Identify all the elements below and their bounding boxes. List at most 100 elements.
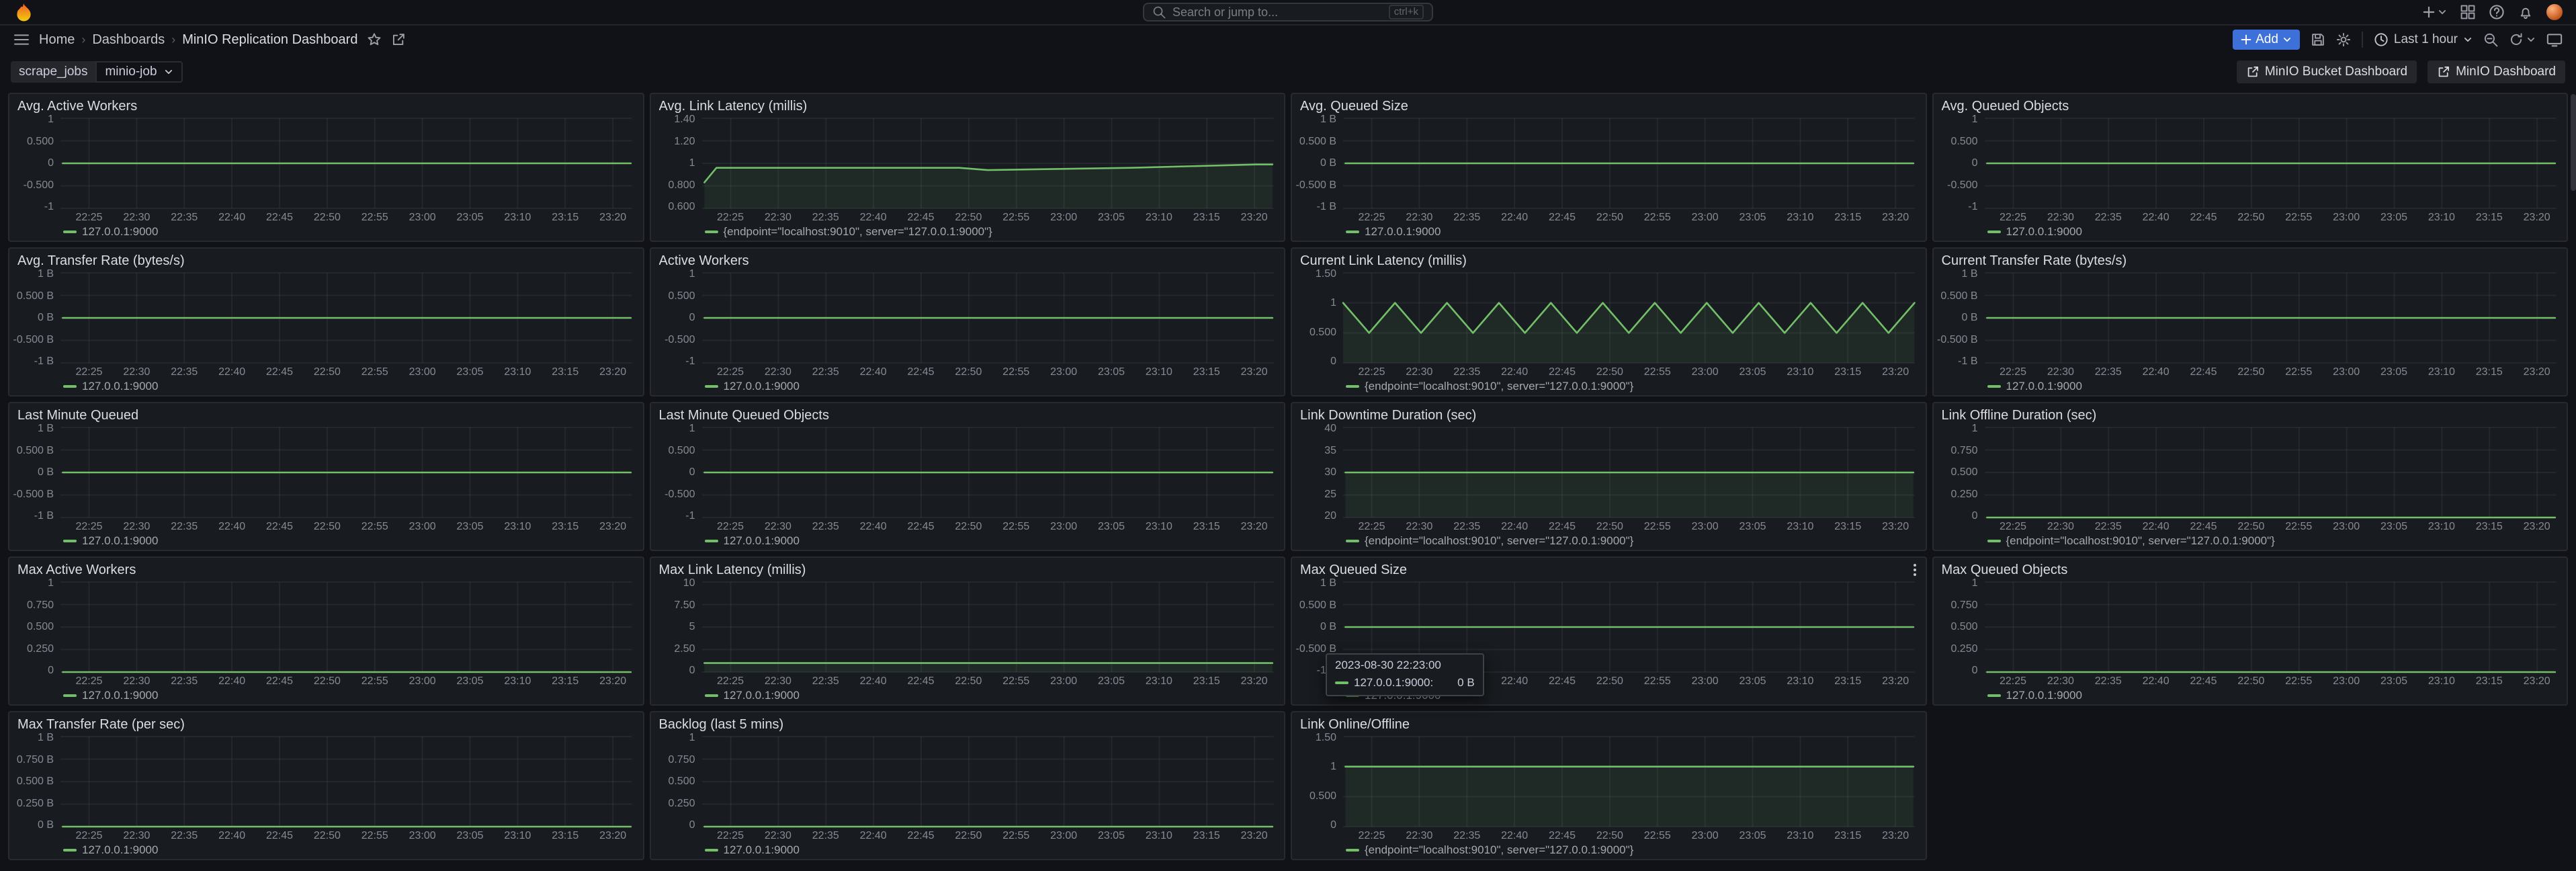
panel-header[interactable]: Current Link Latency (millis) [1292, 249, 1926, 269]
user-avatar[interactable] [2546, 4, 2563, 20]
chart-plot[interactable] [1985, 582, 2557, 672]
panel-header[interactable]: Max Transfer Rate (per sec) [9, 712, 643, 733]
legend-series-label[interactable]: 127.0.0.1:9000 [2006, 689, 2082, 702]
chart-plot[interactable] [1985, 118, 2557, 208]
save-dashboard-button[interactable] [2311, 32, 2325, 47]
chart-plot[interactable] [1985, 273, 2557, 363]
panel-header[interactable]: Current Transfer Rate (bytes/s) [1934, 249, 2567, 269]
time-range-picker[interactable]: Last 1 hour [2374, 32, 2473, 47]
time-series-chart [60, 427, 632, 517]
chart-plot[interactable] [702, 737, 1274, 827]
share-dashboard-button[interactable] [391, 32, 406, 47]
legend-series-label[interactable]: 127.0.0.1:9000 [2006, 225, 2082, 239]
x-tick-label: 22:40 [860, 367, 887, 378]
legend-series-label[interactable]: 127.0.0.1:9000 [82, 534, 158, 548]
legend-series-label[interactable]: {endpoint="localhost:9010", server="127.… [2006, 534, 2275, 548]
chart-plot[interactable] [60, 118, 632, 208]
legend-series-label[interactable]: 127.0.0.1:9000 [1365, 225, 1441, 239]
chart-plot[interactable] [1343, 118, 1915, 208]
chart-plot[interactable] [60, 427, 632, 517]
panel-header[interactable]: Avg. Queued Size [1292, 94, 1926, 114]
link-minio-dashboard[interactable]: MinIO Dashboard [2428, 60, 2565, 83]
panel-menu-icon[interactable] [1911, 563, 1919, 577]
x-tick-label: 23:00 [2333, 676, 2360, 687]
legend-series-label[interactable]: 127.0.0.1:9000 [82, 225, 158, 239]
legend-series-label[interactable]: 127.0.0.1:9000 [82, 380, 158, 393]
apps-button[interactable] [2460, 5, 2475, 19]
help-button[interactable] [2489, 4, 2505, 20]
legend-series-color [1346, 540, 1359, 542]
menu-toggle-button[interactable] [13, 33, 30, 46]
x-tick-label: 22:55 [2285, 367, 2312, 378]
legend-series-label[interactable]: {endpoint="localhost:9010", server="127.… [1365, 380, 1633, 393]
chart-plot[interactable] [1343, 273, 1915, 363]
legend-series-label[interactable]: 127.0.0.1:9000 [724, 843, 800, 857]
panel-header[interactable]: Link Downtime Duration (sec) [1292, 403, 1926, 423]
legend-series-label[interactable]: {endpoint="localhost:9010", server="127.… [1365, 843, 1633, 857]
link-minio-bucket-dashboard[interactable]: MinIO Bucket Dashboard [2237, 60, 2417, 83]
favorite-dashboard-button[interactable] [367, 32, 382, 47]
legend-series-label[interactable]: 127.0.0.1:9000 [2006, 380, 2082, 393]
chart-plot[interactable] [60, 273, 632, 363]
legend-series-label[interactable]: 127.0.0.1:9000 [724, 689, 800, 702]
panel-header[interactable]: Avg. Link Latency (millis) [651, 94, 1285, 114]
panel-header[interactable]: Backlog (last 5 mins) [651, 712, 1285, 733]
legend-series-label[interactable]: {endpoint="localhost:9010", server="127.… [1365, 534, 1633, 548]
scrollbar[interactable] [2571, 94, 2576, 191]
chart-plot[interactable] [1343, 737, 1915, 827]
kiosk-mode-button[interactable] [2546, 32, 2563, 47]
grafana-logo[interactable] [13, 2, 34, 22]
panel-title: Link Online/Offline [1300, 718, 1410, 731]
panel-header[interactable]: Link Online/Offline [1292, 712, 1926, 733]
x-tick-label: 23:20 [1241, 522, 1268, 532]
notifications-button[interactable] [2518, 4, 2533, 20]
chart-plot[interactable] [1985, 427, 2557, 517]
legend-series-label[interactable]: 127.0.0.1:9000 [724, 380, 800, 393]
panel-header[interactable]: Link Offline Duration (sec) [1934, 403, 2567, 423]
y-tick-label: 2.50 [674, 644, 695, 655]
panel-header[interactable]: Max Link Latency (millis) [651, 558, 1285, 578]
chart-plot[interactable] [60, 737, 632, 827]
x-tick-label: 23:10 [1146, 676, 1172, 687]
chart-plot[interactable] [60, 582, 632, 672]
chart-plot[interactable] [702, 427, 1274, 517]
panel-header[interactable]: Max Queued Objects [1934, 558, 2567, 578]
panel-header[interactable]: Avg. Transfer Rate (bytes/s) [9, 249, 643, 269]
panel-header[interactable]: Max Queued Size [1292, 558, 1926, 578]
panel-header[interactable]: Avg. Active Workers [9, 94, 643, 114]
x-tick-label: 22:30 [2047, 522, 2074, 532]
legend-series-label[interactable]: 127.0.0.1:9000 [82, 689, 158, 702]
chart-plot[interactable] [1343, 427, 1915, 517]
x-tick-label: 22:30 [123, 212, 150, 223]
legend-series-label[interactable]: 127.0.0.1:9000 [724, 534, 800, 548]
dashboard-settings-button[interactable] [2336, 32, 2351, 47]
new-menu-button[interactable] [2423, 6, 2447, 18]
search-input[interactable]: Search or jump to... ctrl+k [1143, 3, 1433, 22]
legend-series-label[interactable]: 127.0.0.1:9000 [82, 843, 158, 857]
y-axis-labels: 1.5010.5000 [1295, 269, 1343, 367]
chart-plot[interactable] [702, 582, 1274, 672]
legend-series-label[interactable]: {endpoint="localhost:9010", server="127.… [724, 225, 992, 239]
chart-plot[interactable] [702, 273, 1274, 363]
panel-header[interactable]: Avg. Queued Objects [1934, 94, 2567, 114]
share-icon [391, 32, 406, 47]
panel-header[interactable]: Active Workers [651, 249, 1285, 269]
panel-legend: {endpoint="localhost:9010", server="127.… [651, 223, 1285, 241]
add-button[interactable]: Add [2233, 30, 2300, 50]
template-variable-scrape-jobs: scrape_jobs minio-job [11, 61, 183, 83]
panel-title: Link Downtime Duration (sec) [1300, 409, 1476, 422]
variable-value-dropdown[interactable]: minio-job [95, 61, 182, 83]
refresh-button[interactable] [2509, 32, 2536, 47]
panel-header[interactable]: Max Active Workers [9, 558, 643, 578]
zoom-out-button[interactable] [2483, 32, 2498, 47]
breadcrumb-home[interactable]: Home [39, 32, 75, 48]
panel-header[interactable]: Last Minute Queued [9, 403, 643, 423]
panel-header[interactable]: Last Minute Queued Objects [651, 403, 1285, 423]
panel-body: 10.5000-0.500-1 22:2522:3022:3522:4022:4… [9, 114, 643, 223]
y-tick-label: 0 [689, 665, 695, 676]
breadcrumb-dashboards[interactable]: Dashboards [92, 32, 165, 48]
x-tick-label: 23:20 [1882, 212, 1909, 223]
x-tick-label: 22:50 [314, 212, 341, 223]
chart-plot[interactable] [702, 118, 1274, 208]
y-tick-label: 0.500 B [1299, 136, 1336, 147]
